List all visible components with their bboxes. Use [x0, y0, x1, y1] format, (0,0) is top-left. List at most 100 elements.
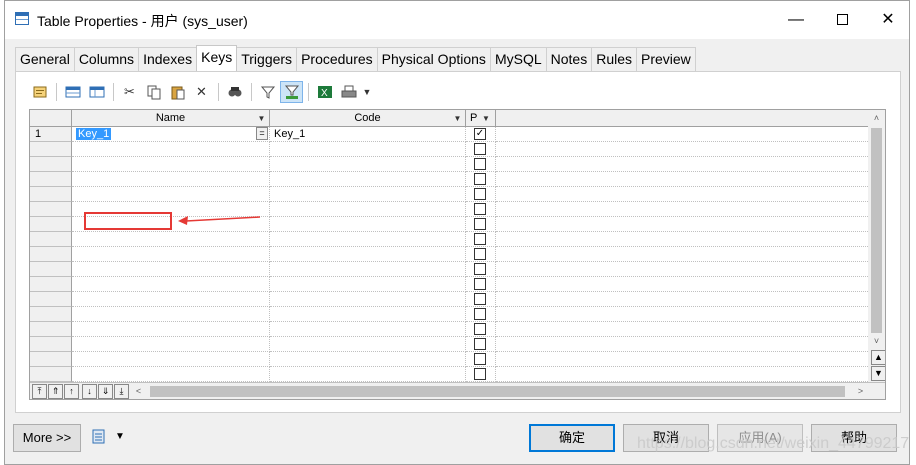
- row-header[interactable]: [30, 262, 72, 277]
- name-cell[interactable]: [72, 322, 270, 337]
- name-cell[interactable]: [72, 367, 270, 382]
- row-header[interactable]: [30, 232, 72, 247]
- cut-icon[interactable]: ✂: [118, 81, 141, 103]
- properties-icon[interactable]: [28, 81, 51, 103]
- code-cell[interactable]: [270, 187, 466, 202]
- row-header[interactable]: [30, 322, 72, 337]
- scroll-up-arrow[interactable]: ˄: [868, 110, 885, 127]
- column-header-primary[interactable]: P ▼: [466, 110, 496, 127]
- code-cell[interactable]: [270, 352, 466, 367]
- row-header[interactable]: [30, 367, 72, 382]
- tab-keys[interactable]: Keys: [196, 45, 238, 71]
- primary-checkbox[interactable]: [474, 188, 486, 200]
- code-cell[interactable]: [270, 172, 466, 187]
- name-cell[interactable]: [72, 247, 270, 262]
- name-cell[interactable]: Key_1 =: [72, 127, 270, 142]
- column-header-code[interactable]: Code ▼: [270, 110, 466, 127]
- row-header[interactable]: [30, 352, 72, 367]
- row-header[interactable]: [30, 292, 72, 307]
- name-cell[interactable]: [72, 277, 270, 292]
- column-header-name[interactable]: Name ▼: [72, 110, 270, 127]
- horizontal-scroll-thumb[interactable]: [150, 386, 845, 397]
- vertical-scroll-thumb[interactable]: [871, 128, 882, 333]
- code-cell[interactable]: [270, 202, 466, 217]
- copy-icon[interactable]: [142, 81, 165, 103]
- code-cell[interactable]: [270, 262, 466, 277]
- customize-columns-icon[interactable]: [280, 81, 303, 103]
- more-button[interactable]: More >>: [13, 424, 81, 452]
- primary-checkbox[interactable]: [474, 248, 486, 260]
- chevron-down-icon[interactable]: ▼: [256, 113, 267, 124]
- chevron-down-icon[interactable]: ▼: [452, 113, 463, 124]
- code-cell[interactable]: [270, 307, 466, 322]
- primary-checkbox[interactable]: [474, 293, 486, 305]
- tab-mysql[interactable]: MySQL: [489, 47, 547, 71]
- row-header[interactable]: 1: [30, 127, 72, 142]
- tab-columns[interactable]: Columns: [73, 47, 140, 71]
- row-header[interactable]: [30, 157, 72, 172]
- filter-icon[interactable]: [256, 81, 279, 103]
- row-header[interactable]: [30, 172, 72, 187]
- name-cell[interactable]: [72, 307, 270, 322]
- row-header[interactable]: [30, 277, 72, 292]
- excel-export-icon[interactable]: X: [313, 81, 336, 103]
- title-bar[interactable]: Table Properties - 用户 (sys_user) — ✕: [5, 1, 909, 39]
- name-cell[interactable]: [72, 232, 270, 247]
- tab-notes[interactable]: Notes: [545, 47, 593, 71]
- scroll-right-arrow[interactable]: >: [852, 383, 869, 399]
- row-header[interactable]: [30, 187, 72, 202]
- name-cell[interactable]: [72, 187, 270, 202]
- code-cell[interactable]: [270, 322, 466, 337]
- tab-general[interactable]: General: [15, 47, 75, 71]
- primary-checkbox[interactable]: [474, 233, 486, 245]
- primary-checkbox[interactable]: [474, 158, 486, 170]
- paste-icon[interactable]: [166, 81, 189, 103]
- code-cell[interactable]: [270, 367, 466, 382]
- tab-physical-options[interactable]: Physical Options: [376, 47, 491, 71]
- code-cell[interactable]: [270, 157, 466, 172]
- tab-preview[interactable]: Preview: [636, 47, 696, 71]
- print-dropdown-icon[interactable]: ▼: [361, 81, 373, 103]
- insert-row-icon[interactable]: [61, 81, 84, 103]
- code-cell[interactable]: [270, 142, 466, 157]
- move-down-button[interactable]: ▼: [871, 366, 885, 381]
- primary-checkbox[interactable]: [474, 368, 486, 380]
- find-icon[interactable]: [223, 81, 246, 103]
- primary-checkbox[interactable]: [474, 338, 486, 350]
- scroll-left-arrow[interactable]: <: [130, 383, 147, 399]
- move-top-button[interactable]: ⤒: [32, 384, 47, 399]
- code-cell[interactable]: Key_1: [270, 127, 466, 142]
- row-header[interactable]: [30, 247, 72, 262]
- code-cell[interactable]: [270, 232, 466, 247]
- chevron-down-icon[interactable]: ▼: [115, 431, 125, 442]
- code-cell[interactable]: [270, 217, 466, 232]
- row-header[interactable]: [30, 217, 72, 232]
- page-down-button[interactable]: ⇓: [98, 384, 113, 399]
- primary-checkbox[interactable]: [474, 218, 486, 230]
- tab-triggers[interactable]: Triggers: [236, 47, 298, 71]
- move-up-row-button[interactable]: ↑: [64, 384, 79, 399]
- name-cell[interactable]: [72, 292, 270, 307]
- move-bottom-button[interactable]: ⤓: [114, 384, 129, 399]
- primary-checkbox[interactable]: [474, 173, 486, 185]
- row-header[interactable]: [30, 337, 72, 352]
- primary-checkbox[interactable]: [474, 203, 486, 215]
- ok-button[interactable]: 确定: [529, 424, 615, 452]
- sync-code-button[interactable]: =: [256, 127, 268, 140]
- vertical-scrollbar[interactable]: ˄ ˅: [868, 110, 885, 383]
- delete-icon[interactable]: ✕: [190, 81, 213, 103]
- tab-rules[interactable]: Rules: [591, 47, 637, 71]
- primary-checkbox[interactable]: [474, 323, 486, 335]
- primary-checkbox[interactable]: [474, 308, 486, 320]
- name-cell[interactable]: [72, 337, 270, 352]
- move-down-row-button[interactable]: ↓: [82, 384, 97, 399]
- name-cell[interactable]: [72, 142, 270, 157]
- primary-checkbox[interactable]: [474, 263, 486, 275]
- primary-checkbox[interactable]: ✓: [474, 128, 486, 140]
- row-header[interactable]: [30, 307, 72, 322]
- move-up-button[interactable]: ▲: [871, 350, 885, 365]
- name-cell[interactable]: [72, 262, 270, 277]
- code-cell[interactable]: [270, 337, 466, 352]
- page-up-button[interactable]: ⇑: [48, 384, 63, 399]
- code-cell[interactable]: [270, 292, 466, 307]
